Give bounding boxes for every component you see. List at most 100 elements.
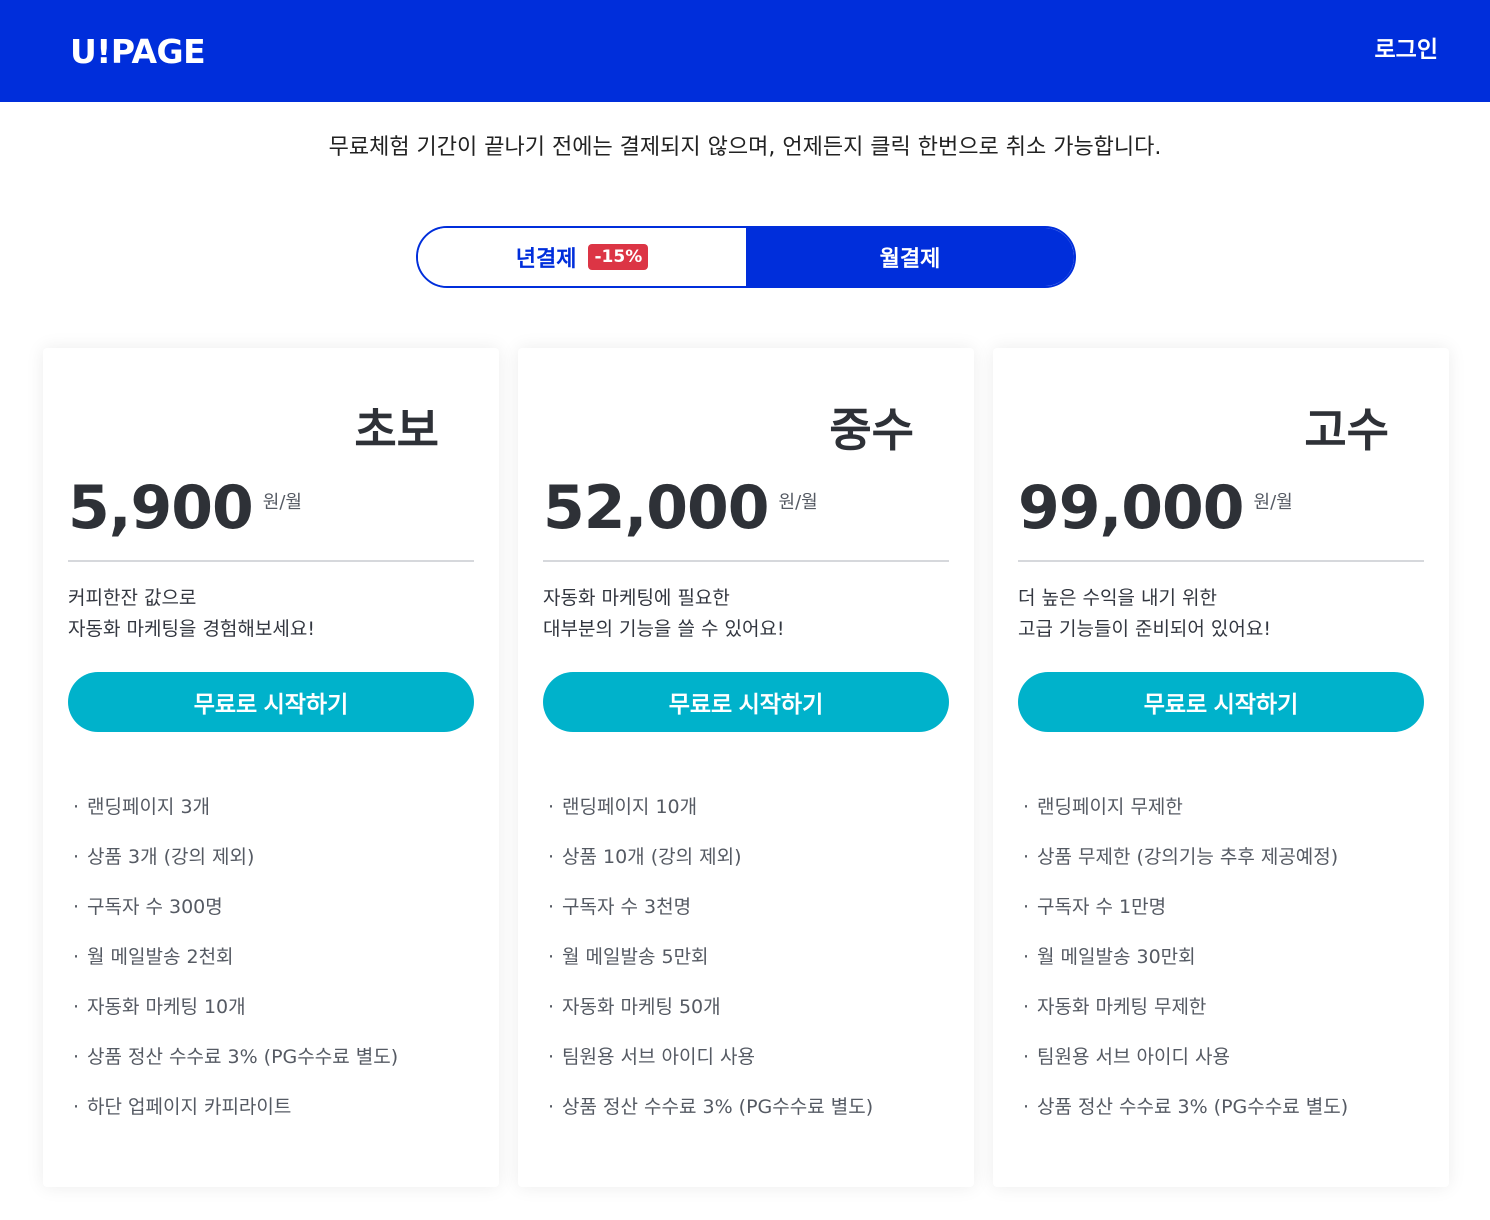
feature-text: 상품 정산 수수료 3% (PG수수료 별도) <box>87 1046 399 1068</box>
plan-description-line: 더 높은 수익을 내기 위한 <box>1018 587 1217 609</box>
start-free-button[interactable]: 무료로 시작하기 <box>1018 672 1424 732</box>
plan-price: 52,000 <box>543 473 770 543</box>
price-unit: 원/월 <box>262 492 302 513</box>
feature-text: 랜딩페이지 10개 <box>562 796 698 818</box>
bullet: · <box>1023 846 1030 868</box>
feature-item: · 구독자 수 3천명 <box>548 890 873 940</box>
price-unit: 원/월 <box>1253 492 1293 513</box>
feature-item: · 상품 정산 수수료 3% (PG수수료 별도) <box>73 1040 398 1090</box>
feature-item: · 자동화 마케팅 10개 <box>73 990 398 1040</box>
feature-text: 랜딩페이지 3개 <box>87 796 211 818</box>
plan-description-line: 커피한잔 값으로 <box>68 587 197 609</box>
feature-item: · 자동화 마케팅 무제한 <box>1023 990 1348 1040</box>
bullet: · <box>73 1046 80 1068</box>
feature-list: · 랜딩페이지 무제한 · 상품 무제한 (강의기능 추후 제공예정) · 구독자 수… <box>1023 790 1348 1140</box>
divider <box>1018 560 1424 562</box>
feature-item: · 팀원용 서브 아이디 사용 <box>1023 1040 1348 1090</box>
bullet: · <box>1023 1046 1030 1068</box>
discount-badge: -15% <box>588 244 649 270</box>
plan-description-line: 자동화 마케팅을 경험해보세요! <box>68 618 315 640</box>
feature-text: 상품 정산 수수료 3% (PG수수료 별도) <box>562 1096 874 1118</box>
feature-item: · 상품 정산 수수료 3% (PG수수료 별도) <box>548 1090 873 1140</box>
plan-description: 자동화 마케팅에 필요한 대부분의 기능을 쓸 수 있어요! <box>543 583 949 645</box>
bullet: · <box>548 946 555 968</box>
feature-text: 상품 3개 (강의 제외) <box>87 846 255 868</box>
feature-text: 구독자 수 3천명 <box>562 896 692 918</box>
start-free-button[interactable]: 무료로 시작하기 <box>543 672 949 732</box>
bullet: · <box>1023 1096 1030 1118</box>
bullet: · <box>548 846 555 868</box>
plan-card-expert: 고수 99,000 원/월 더 높은 수익을 내기 위한 고급 기능들이 준비되… <box>993 348 1449 1187</box>
plan-description-line: 자동화 마케팅에 필요한 <box>543 587 730 609</box>
feature-text: 자동화 마케팅 무제한 <box>1037 996 1207 1018</box>
feature-text: 상품 정산 수수료 3% (PG수수료 별도) <box>1037 1096 1349 1118</box>
plan-name: 중수 <box>829 403 914 457</box>
bullet: · <box>548 896 555 918</box>
feature-item: · 상품 무제한 (강의기능 추후 제공예정) <box>1023 840 1348 890</box>
bullet: · <box>1023 946 1030 968</box>
feature-item: · 상품 정산 수수료 3% (PG수수료 별도) <box>1023 1090 1348 1140</box>
feature-item: · 월 메일발송 30만회 <box>1023 940 1348 990</box>
plan-description: 커피한잔 값으로 자동화 마케팅을 경험해보세요! <box>68 583 474 645</box>
feature-text: 팀원용 서브 아이디 사용 <box>562 1046 755 1068</box>
feature-text: 랜딩페이지 무제한 <box>1037 796 1183 818</box>
feature-text: 구독자 수 1만명 <box>1037 896 1167 918</box>
monthly-billing-label: 월결제 <box>879 247 941 272</box>
bullet: · <box>73 896 80 918</box>
feature-text: 상품 10개 (강의 제외) <box>562 846 742 868</box>
feature-item: · 구독자 수 1만명 <box>1023 890 1348 940</box>
feature-text: 상품 무제한 (강의기능 추후 제공예정) <box>1037 846 1339 868</box>
feature-text: 월 메일발송 30만회 <box>1037 946 1196 968</box>
billing-period-toggle: 년결제 -15% 월결제 <box>416 226 1076 288</box>
uppage-logo[interactable]: U!PAGE <box>70 30 206 74</box>
feature-item: · 구독자 수 300명 <box>73 890 398 940</box>
login-link[interactable]: 로그인 <box>1375 32 1438 68</box>
feature-item: · 하단 업페이지 카피라이트 <box>73 1090 398 1140</box>
feature-item: · 랜딩페이지 10개 <box>548 790 873 840</box>
price-unit: 원/월 <box>778 492 818 513</box>
yearly-billing-label: 년결제 <box>515 247 577 272</box>
bullet: · <box>73 1096 80 1118</box>
feature-item: · 랜딩페이지 무제한 <box>1023 790 1348 840</box>
plan-description-line: 대부분의 기능을 쓸 수 있어요! <box>543 618 785 640</box>
bullet: · <box>1023 896 1030 918</box>
plan-description: 더 높은 수익을 내기 위한 고급 기능들이 준비되어 있어요! <box>1018 583 1424 645</box>
bullet: · <box>1023 796 1030 818</box>
bullet: · <box>548 1046 555 1068</box>
divider <box>68 560 474 562</box>
feature-item: · 월 메일발송 2천회 <box>73 940 398 990</box>
feature-text: 자동화 마케팅 50개 <box>562 996 721 1018</box>
bullet: · <box>548 996 555 1018</box>
plan-description-line: 고급 기능들이 준비되어 있어요! <box>1018 618 1271 640</box>
feature-item: · 자동화 마케팅 50개 <box>548 990 873 1040</box>
price-row: 99,000 원/월 <box>1018 473 1293 543</box>
feature-text: 자동화 마케팅 10개 <box>87 996 246 1018</box>
feature-item: · 월 메일발송 5만회 <box>548 940 873 990</box>
feature-text: 월 메일발송 2천회 <box>87 946 234 968</box>
plan-name: 고수 <box>1304 403 1389 457</box>
monthly-billing-option[interactable]: 월결제 <box>746 228 1074 286</box>
feature-item: · 팀원용 서브 아이디 사용 <box>548 1040 873 1090</box>
plan-card-intermediate: 중수 52,000 원/월 자동화 마케팅에 필요한 대부분의 기능을 쓸 수 … <box>518 348 974 1187</box>
yearly-billing-option[interactable]: 년결제 -15% <box>418 228 746 286</box>
feature-item: · 랜딩페이지 3개 <box>73 790 398 840</box>
top-header: U!PAGE 로그인 <box>0 0 1490 102</box>
start-free-button[interactable]: 무료로 시작하기 <box>68 672 474 732</box>
feature-list: · 랜딩페이지 10개 · 상품 10개 (강의 제외) · 구독자 수 3천명 · 월… <box>548 790 873 1140</box>
bullet: · <box>73 796 80 818</box>
free-trial-notice: 무료체험 기간이 끝나기 전에는 결제되지 않으며, 언제든지 클릭 한번으로 … <box>328 135 1162 160</box>
bullet: · <box>73 996 80 1018</box>
plan-name: 초보 <box>354 403 439 457</box>
feature-text: 월 메일발송 5만회 <box>562 946 709 968</box>
bullet: · <box>73 946 80 968</box>
price-row: 52,000 원/월 <box>543 473 818 543</box>
plan-price: 99,000 <box>1018 473 1245 543</box>
plan-price: 5,900 <box>68 473 254 543</box>
bullet: · <box>73 846 80 868</box>
price-row: 5,900 원/월 <box>68 473 302 543</box>
bullet: · <box>548 1096 555 1118</box>
feature-text: 팀원용 서브 아이디 사용 <box>1037 1046 1230 1068</box>
feature-item: · 상품 10개 (강의 제외) <box>548 840 873 890</box>
feature-list: · 랜딩페이지 3개 · 상품 3개 (강의 제외) · 구독자 수 300명 · 월 … <box>73 790 398 1140</box>
bullet: · <box>548 796 555 818</box>
